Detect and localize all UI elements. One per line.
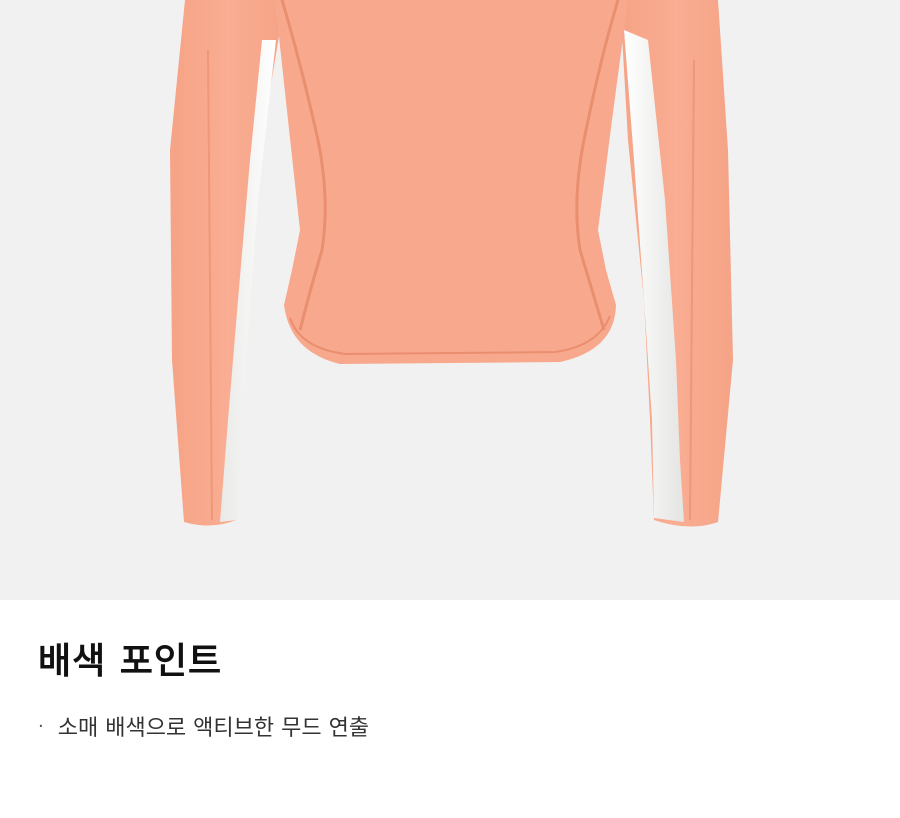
bullet-text: 소매 배색으로 액티브한 무드 연출: [57, 716, 370, 741]
section-title: 배색 포인트: [38, 641, 223, 682]
long-sleeve-top-image: [170, 0, 733, 527]
bullet-dot: ·: [38, 715, 44, 737]
product-photo: [0, 0, 900, 600]
feature-bullet: · 소매 배색으로 액티브한 무드 연출: [38, 710, 369, 742]
garment-body: [275, 0, 628, 364]
left-sleeve: [170, 0, 285, 526]
right-sleeve: [620, 0, 733, 527]
